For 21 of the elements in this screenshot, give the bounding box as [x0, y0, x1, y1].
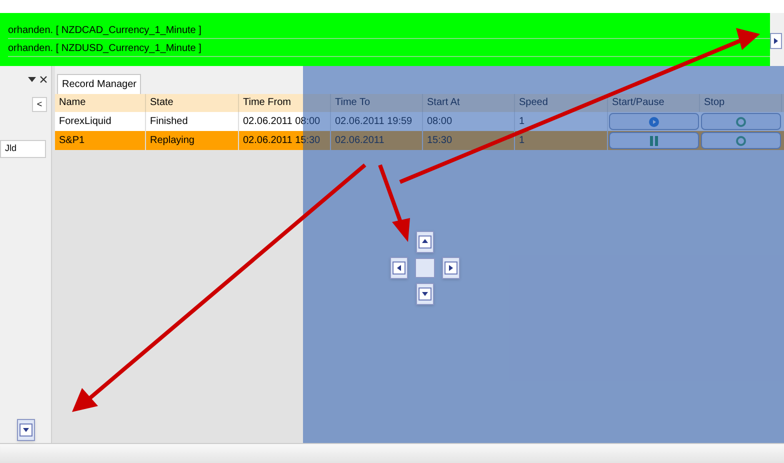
- panel-button[interactable]: Jld: [0, 140, 46, 158]
- caret-right-icon: [773, 37, 779, 45]
- table-cell: 02.06.2011: [331, 131, 423, 150]
- table-cell: 15:30: [423, 131, 515, 150]
- start-pause-button[interactable]: [609, 113, 699, 130]
- start-pause-button[interactable]: [609, 132, 699, 149]
- table-cell: 1: [515, 131, 608, 150]
- dock-left-button[interactable]: [390, 257, 408, 279]
- table-cell: Replaying: [146, 131, 239, 150]
- dock-right-button[interactable]: [770, 33, 782, 49]
- collapse-button[interactable]: <: [32, 97, 47, 112]
- dropdown-icon[interactable]: [28, 76, 36, 82]
- pause-icon: [650, 136, 658, 146]
- dock-bottom-button[interactable]: [16, 419, 34, 441]
- table-cell: S&P1: [55, 131, 146, 150]
- close-icon[interactable]: [40, 76, 47, 82]
- dock-bottom-button[interactable]: [416, 283, 434, 305]
- tab[interactable]: Record Manager: [57, 74, 142, 94]
- play-icon: [649, 116, 659, 126]
- dock-top-button[interactable]: [416, 231, 434, 253]
- dock-right-button[interactable]: [442, 257, 460, 279]
